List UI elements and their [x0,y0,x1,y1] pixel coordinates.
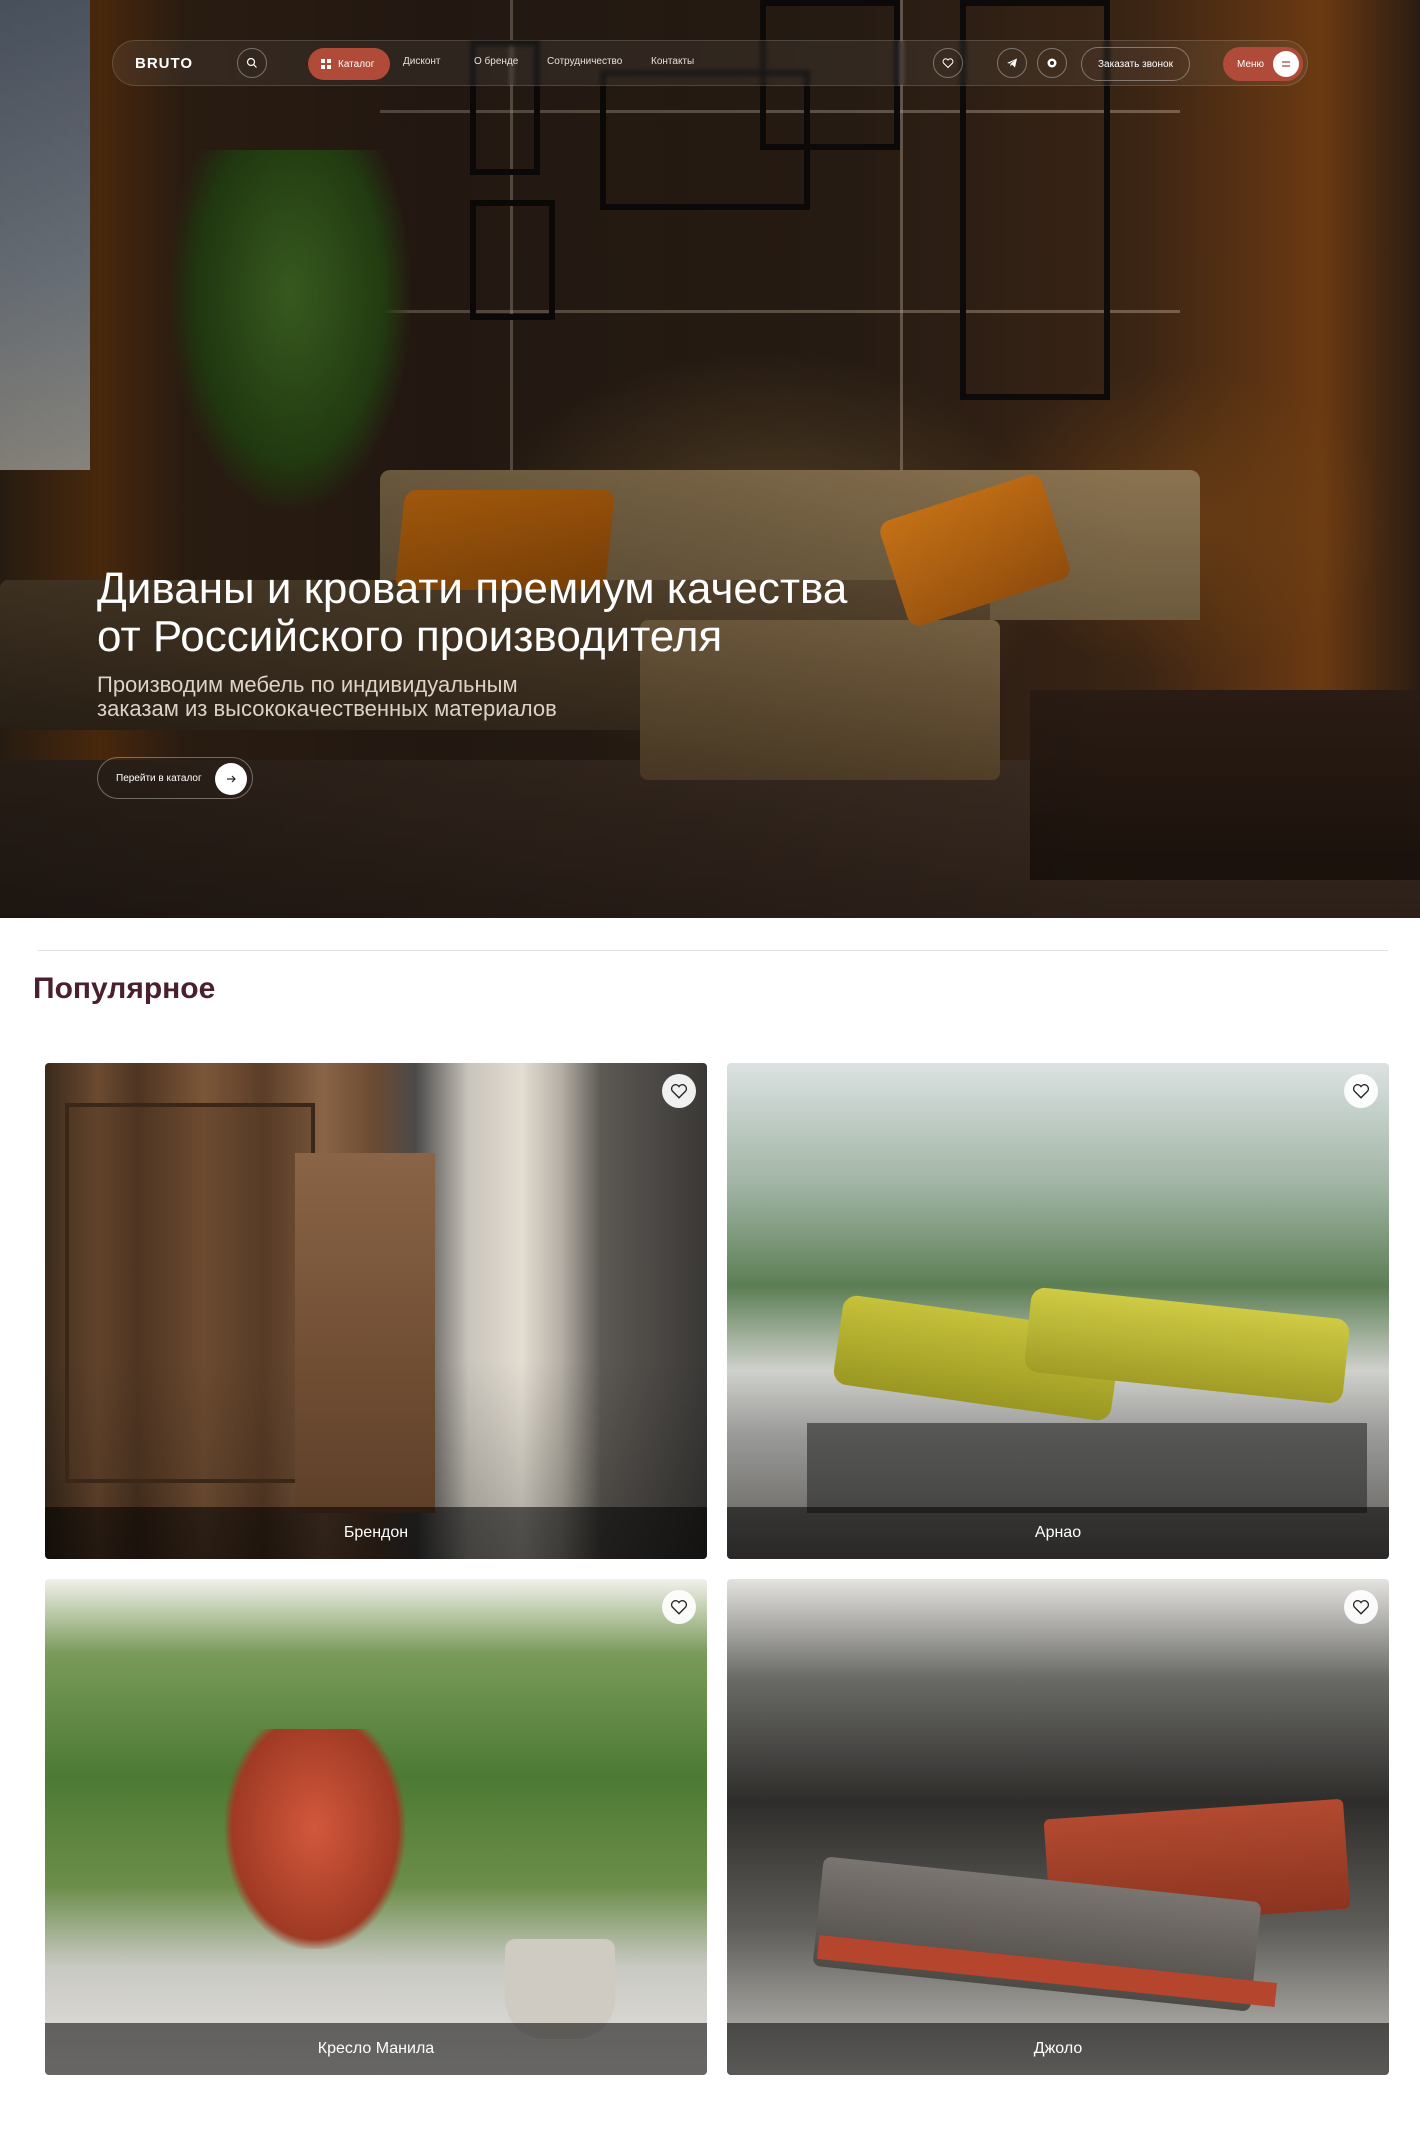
order-call-button[interactable]: Заказать звонок [1081,47,1190,81]
hero-subtitle: Производим мебель по индивидуальным зака… [97,673,717,721]
hero-title-line1: Диваны и кровати премиум качества [97,564,848,613]
heart-icon [942,58,954,69]
card-armchair [225,1729,405,1949]
product-card-manila-chair[interactable]: Кресло Манила [45,1579,707,2075]
search-button[interactable] [237,48,267,78]
catalog-button[interactable]: Каталог [308,48,391,80]
card-rug [807,1423,1367,1513]
card-wardrobe [295,1153,435,1513]
heart-icon [670,1084,688,1099]
product-card-djolo[interactable]: Джоло [727,1579,1389,2075]
nav-link-contacts[interactable]: Контакты [651,56,694,67]
section-divider [38,950,1388,951]
go-to-catalog-button[interactable]: Перейти в каталог [97,757,253,799]
heart-icon [1352,1600,1370,1615]
favorite-button[interactable] [662,1590,696,1624]
product-name: Кресло Манила [45,2023,707,2075]
nav-link-discount[interactable]: Дисконт [403,56,441,67]
cta-label: Перейти в каталог [116,772,202,784]
product-name: Брендон [45,1507,707,1559]
menu-icon [1273,51,1299,77]
menu-label: Меню [1237,58,1265,70]
favorite-button[interactable] [662,1074,696,1108]
favorites-button[interactable] [933,48,963,78]
popular-section-title: Популярное [33,972,216,1005]
menu-button[interactable]: Меню [1223,47,1303,81]
hero-subtitle-line2: заказам из высококачественных материалов [97,696,557,721]
card-shelving [65,1103,315,1483]
whatsapp-button[interactable] [1037,48,1067,78]
product-name: Джоло [727,2023,1389,2075]
heart-icon [670,1600,688,1615]
whatsapp-icon [1047,58,1057,68]
top-navigation: BRUTO Каталог Дисконт О бренде Сотруднич… [112,40,1308,86]
hero-title: Диваны и кровати премиум качества от Рос… [97,565,997,661]
hero-subtitle-line1: Производим мебель по индивидуальным [97,672,518,697]
telegram-button[interactable] [997,48,1027,78]
product-name: Арнао [727,1507,1389,1559]
nav-link-about[interactable]: О бренде [474,56,518,67]
product-card-brendon[interactable]: Брендон [45,1063,707,1559]
favorite-button[interactable] [1344,1074,1378,1108]
grid-icon [321,59,331,69]
heart-icon [1352,1084,1370,1099]
search-icon [246,57,257,68]
telegram-icon [1007,58,1017,68]
catalog-label: Каталог [338,58,375,70]
arrow-right-icon [215,763,247,795]
product-card-arnao[interactable]: Арнао [727,1063,1389,1559]
brand-logo[interactable]: BRUTO [135,55,193,72]
hero-banner: BRUTO Каталог Дисконт О бренде Сотруднич… [0,0,1420,918]
favorite-button[interactable] [1344,1590,1378,1624]
hero-title-line2: от Российского производителя [97,612,723,661]
nav-link-cooperation[interactable]: Сотрудничество [547,56,622,67]
